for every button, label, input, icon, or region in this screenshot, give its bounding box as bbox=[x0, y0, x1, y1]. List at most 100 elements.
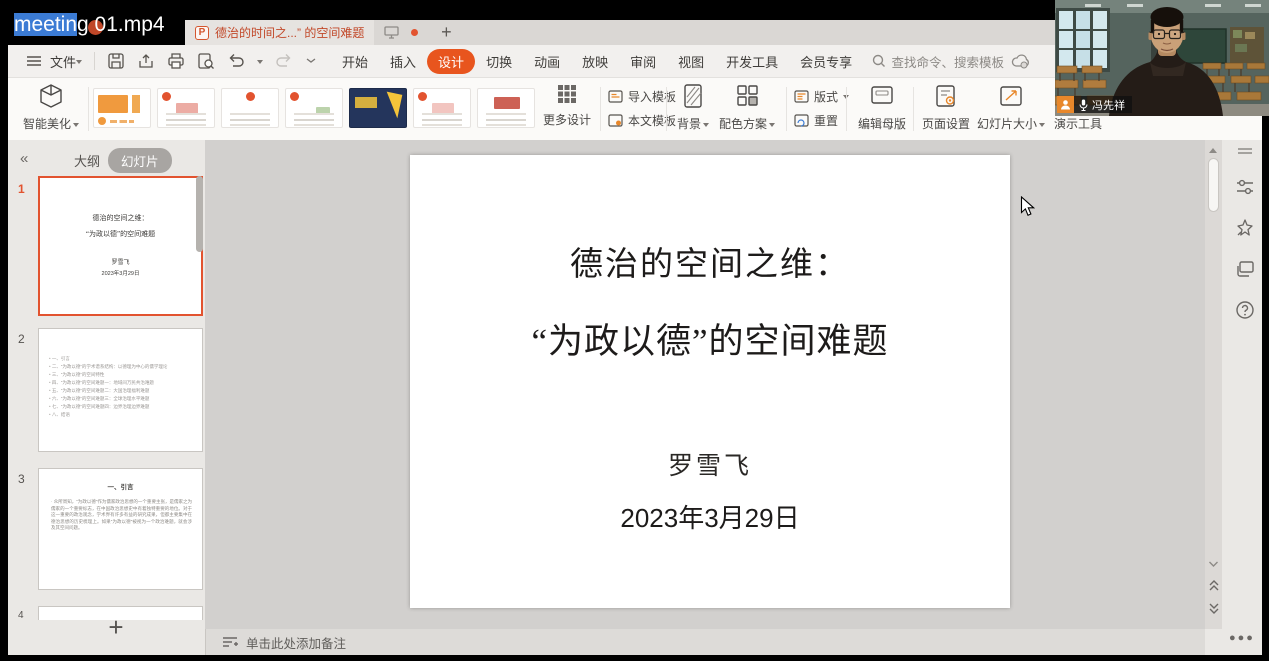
notes-placeholder: 单击此处添加备注 bbox=[246, 636, 347, 651]
editing-canvas[interactable]: 德治的空间之维： “为政以德”的空间难题 罗雪飞 2023年3月29日 bbox=[205, 140, 1205, 629]
reset-icon bbox=[794, 114, 809, 127]
print-icon[interactable] bbox=[167, 52, 185, 70]
participant-nametag: 冯先祥 bbox=[1057, 96, 1132, 113]
thumb-date: 2023年3月29日 bbox=[101, 271, 140, 277]
redo-icon[interactable] bbox=[275, 53, 293, 69]
page-setup-icon bbox=[918, 83, 974, 112]
search-icon bbox=[873, 54, 886, 67]
tab-transition[interactable]: 切换 bbox=[475, 49, 523, 74]
cloud-sync-icon[interactable] bbox=[1010, 53, 1032, 69]
design-template-thumbnail[interactable] bbox=[413, 88, 471, 128]
scroll-up-icon[interactable] bbox=[1209, 144, 1217, 153]
tab-developer[interactable]: 开发工具 bbox=[715, 49, 789, 74]
design-template-thumbnail[interactable] bbox=[285, 88, 343, 128]
tab-animation[interactable]: 动画 bbox=[523, 49, 571, 74]
thumb-body-text: 众所周知，“为政以德”作为儒家政治思想的一个重要主张，是儒家之为儒家的一个重要标… bbox=[51, 499, 192, 532]
import-template-label: 导入模板 bbox=[628, 90, 677, 104]
notes-bar[interactable]: 单击此处添加备注 bbox=[205, 629, 1205, 655]
tab-design[interactable]: 设计 bbox=[427, 48, 476, 74]
tab-view[interactable]: 视图 bbox=[667, 49, 715, 74]
undo-dropdown-icon[interactable] bbox=[257, 59, 264, 67]
page-setup-label: 页面设置 bbox=[921, 117, 970, 131]
export-icon[interactable] bbox=[137, 52, 155, 70]
document-tab-title: 德治的时间之...” 的空间难题 bbox=[215, 26, 365, 40]
print-preview-icon[interactable] bbox=[197, 52, 215, 70]
divider bbox=[94, 52, 96, 70]
layout-button[interactable]: 版式 bbox=[794, 88, 850, 105]
slide-title-line1: 德治的空间之维： bbox=[570, 247, 850, 283]
smart-beautify-cube-icon bbox=[18, 83, 84, 112]
design-template-thumbnail[interactable] bbox=[93, 88, 151, 128]
tab-membership[interactable]: 会员专享 bbox=[789, 49, 863, 74]
thumb-title-line1: 德治的空间之维： bbox=[92, 214, 149, 222]
hamburger-menu-icon[interactable] bbox=[26, 55, 42, 67]
more-options-icon[interactable]: ●●● bbox=[1229, 632, 1255, 644]
color-scheme-icon bbox=[714, 83, 780, 112]
tab-insert[interactable]: 插入 bbox=[379, 49, 427, 74]
color-scheme-button[interactable]: 配色方案 bbox=[714, 83, 780, 132]
background-button[interactable]: 背景 bbox=[671, 83, 715, 132]
add-slide-button[interactable]: + bbox=[96, 612, 136, 643]
tab-slides[interactable]: 幻灯片 bbox=[108, 148, 172, 173]
previous-slide-icon[interactable] bbox=[1208, 579, 1220, 592]
tab-review[interactable]: 审阅 bbox=[619, 49, 667, 74]
collapse-toolbar-icon[interactable] bbox=[305, 56, 317, 66]
new-tab-button[interactable]: + bbox=[434, 22, 458, 43]
duplicate-slide-icon[interactable] bbox=[1235, 260, 1255, 278]
more-designs-button[interactable]: 更多设计 bbox=[539, 83, 595, 128]
reset-button[interactable]: 重置 bbox=[794, 112, 849, 129]
video-frame: P 德治的时间之...” 的空间难题 + meeting 01.mp4 文件 开… bbox=[0, 0, 1269, 661]
tab-slideshow[interactable]: 放映 bbox=[571, 49, 619, 74]
design-template-thumbnail[interactable] bbox=[221, 88, 279, 128]
slide-thumbnail-1[interactable]: 德治的空间之维： “为政以德”的空间难题 罗雪飞 2023年3月29日 bbox=[38, 176, 203, 316]
collapse-panel-button[interactable]: « bbox=[20, 150, 28, 167]
thumb-bullet: 四、“为政以德”的空间难题一：地域间万民共治难题 bbox=[49, 379, 194, 387]
slide-thumbnail-3[interactable]: 一、引言 众所周知，“为政以德”作为儒家政治思想的一个重要主张，是儒家之为儒家的… bbox=[38, 468, 203, 590]
vertical-scrollbar[interactable] bbox=[1205, 140, 1222, 629]
slide-canvas[interactable]: 德治的空间之维： “为政以德”的空间难题 罗雪飞 2023年3月29日 bbox=[410, 155, 1010, 608]
video-filename-selected: meetin bbox=[14, 13, 78, 36]
right-sidebar: ●●● bbox=[1205, 140, 1262, 655]
slide-size-label: 幻灯片大小 bbox=[976, 117, 1037, 131]
chevron-down-icon[interactable] bbox=[76, 59, 83, 67]
file-menu[interactable]: 文件 bbox=[50, 52, 76, 71]
present-mode-icon[interactable] bbox=[384, 26, 399, 39]
panel-drag-handle-icon[interactable] bbox=[1236, 146, 1254, 156]
page-setup-button[interactable]: 页面设置 bbox=[918, 83, 974, 132]
smart-beautify-button[interactable]: 智能美化 bbox=[18, 83, 84, 132]
video-filename-rest: g 01.mp4 bbox=[77, 13, 165, 36]
grid-icon bbox=[539, 83, 595, 108]
microphone-icon bbox=[1079, 99, 1088, 111]
undo-icon[interactable] bbox=[227, 53, 245, 69]
edit-master-button[interactable]: 编辑母版 bbox=[853, 83, 911, 132]
scroll-down-icon[interactable] bbox=[1208, 560, 1219, 569]
document-tab[interactable]: P 德治的时间之...” 的空间难题 bbox=[185, 20, 375, 45]
next-slide-icon[interactable] bbox=[1208, 602, 1220, 615]
thumb-bullet: 六、“为政以德”的空间难题三：全球治理水平难题 bbox=[49, 395, 194, 403]
slide-thumbnail-2[interactable]: 一、引言 二、“为政以德”的学术谱系结构：以德理为中心的儒学理论 三、“为政以德… bbox=[38, 328, 203, 452]
mouse-cursor bbox=[1020, 196, 1035, 217]
command-search-field[interactable]: 查找命令、搜索模板 bbox=[872, 52, 1004, 71]
design-template-thumbnail[interactable] bbox=[349, 88, 407, 128]
design-template-thumbnail[interactable] bbox=[157, 88, 215, 128]
slide-size-button[interactable]: 幻灯片大小 bbox=[974, 83, 1048, 132]
thumb-bullet: 五、“为政以德”的空间难题二：大国治理福利难题 bbox=[49, 387, 194, 395]
smart-effects-icon[interactable] bbox=[1235, 218, 1255, 238]
help-icon[interactable] bbox=[1235, 300, 1255, 320]
participant-name: 冯先祥 bbox=[1092, 99, 1125, 112]
panel-scrollbar-thumb[interactable] bbox=[196, 176, 203, 252]
unsaved-indicator-dot bbox=[411, 29, 419, 36]
scrollbar-thumb[interactable] bbox=[1208, 158, 1219, 212]
background-icon bbox=[671, 83, 715, 112]
design-template-thumbnail[interactable] bbox=[477, 88, 535, 128]
import-template-icon bbox=[608, 90, 623, 103]
save-icon[interactable] bbox=[107, 52, 125, 70]
layout-label: 版式 bbox=[814, 90, 839, 104]
smart-beautify-label: 智能美化 bbox=[22, 117, 71, 131]
add-notes-icon bbox=[223, 637, 238, 647]
tab-home[interactable]: 开始 bbox=[331, 49, 379, 74]
thumb-bullet: 三、“为政以德”的空间特性 bbox=[49, 371, 194, 379]
tab-outline[interactable]: 大纲 bbox=[74, 151, 100, 170]
chevron-down-icon bbox=[703, 123, 709, 130]
object-properties-icon[interactable] bbox=[1235, 178, 1255, 196]
